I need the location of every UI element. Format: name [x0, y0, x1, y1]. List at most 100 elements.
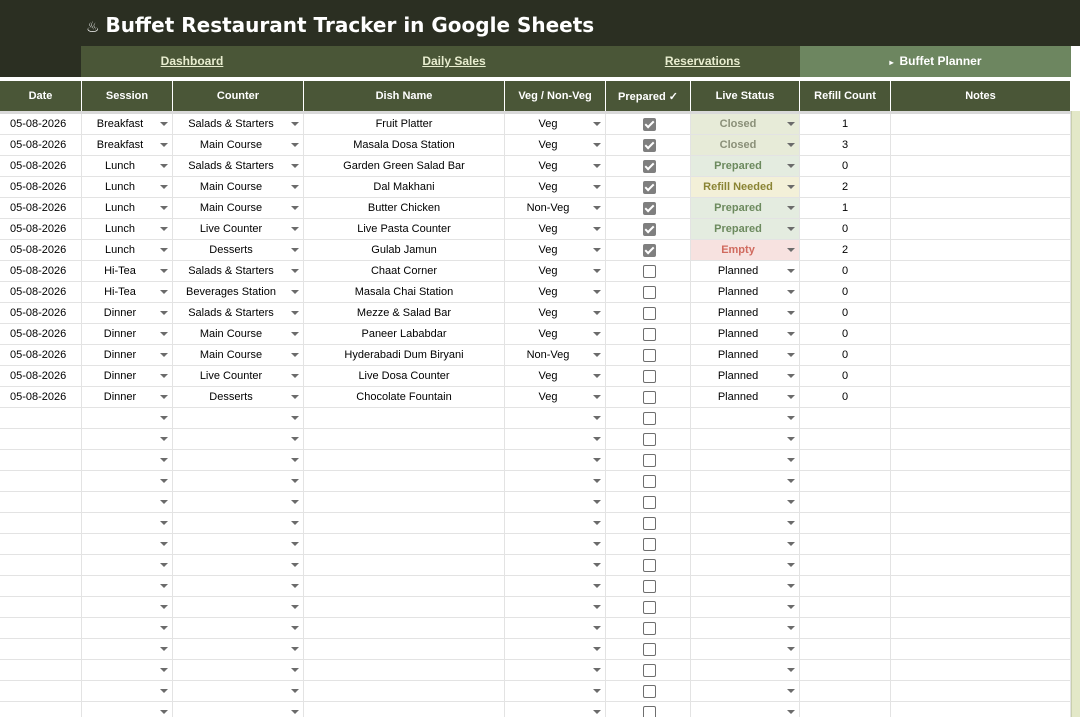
dropdown-arrow-icon[interactable]: [787, 290, 795, 294]
cell-session[interactable]: [82, 597, 173, 617]
cell-notes[interactable]: [891, 639, 1071, 659]
dropdown-arrow-icon[interactable]: [787, 416, 795, 420]
header-veg-nonveg[interactable]: Veg / Non-Veg: [505, 81, 606, 111]
cell-date[interactable]: [0, 492, 82, 512]
dropdown-arrow-icon[interactable]: [787, 164, 795, 168]
dropdown-arrow-icon[interactable]: [787, 689, 795, 693]
prepared-checkbox[interactable]: [643, 202, 656, 215]
prepared-checkbox[interactable]: [643, 517, 656, 530]
prepared-checkbox[interactable]: [643, 496, 656, 509]
cell-status[interactable]: Closed: [691, 135, 800, 155]
cell-prepared[interactable]: [606, 408, 691, 428]
dropdown-arrow-icon[interactable]: [291, 374, 299, 378]
dropdown-arrow-icon[interactable]: [787, 143, 795, 147]
dropdown-arrow-icon[interactable]: [593, 290, 601, 294]
prepared-checkbox[interactable]: [643, 118, 656, 131]
cell-veg[interactable]: Veg: [505, 177, 606, 197]
header-counter[interactable]: Counter: [173, 81, 304, 111]
cell-prepared[interactable]: [606, 387, 691, 407]
cell-prepared[interactable]: [606, 240, 691, 260]
cell-counter[interactable]: [173, 555, 304, 575]
cell-date[interactable]: 05-08-2026: [0, 219, 82, 239]
cell-veg[interactable]: [505, 513, 606, 533]
cell-refill[interactable]: [800, 555, 891, 575]
cell-prepared[interactable]: [606, 450, 691, 470]
cell-counter[interactable]: [173, 471, 304, 491]
cell-prepared[interactable]: [606, 135, 691, 155]
dropdown-arrow-icon[interactable]: [160, 248, 168, 252]
cell-status[interactable]: [691, 702, 800, 717]
cell-date[interactable]: [0, 429, 82, 449]
dropdown-arrow-icon[interactable]: [291, 542, 299, 546]
cell-date[interactable]: [0, 513, 82, 533]
dropdown-arrow-icon[interactable]: [291, 143, 299, 147]
cell-veg[interactable]: Veg: [505, 219, 606, 239]
dropdown-arrow-icon[interactable]: [593, 479, 601, 483]
cell-status[interactable]: Planned: [691, 345, 800, 365]
cell-session[interactable]: Breakfast: [82, 114, 173, 134]
cell-notes[interactable]: [891, 261, 1071, 281]
cell-session[interactable]: Dinner: [82, 387, 173, 407]
cell-date[interactable]: 05-08-2026: [0, 114, 82, 134]
cell-refill[interactable]: [800, 639, 891, 659]
dropdown-arrow-icon[interactable]: [593, 458, 601, 462]
cell-date[interactable]: [0, 660, 82, 680]
cell-dish[interactable]: [304, 555, 505, 575]
cell-dish[interactable]: Gulab Jamun: [304, 240, 505, 260]
cell-refill[interactable]: 1: [800, 198, 891, 218]
cell-session[interactable]: [82, 471, 173, 491]
cell-session[interactable]: Lunch: [82, 219, 173, 239]
cell-status[interactable]: Planned: [691, 324, 800, 344]
cell-refill[interactable]: 0: [800, 366, 891, 386]
cell-notes[interactable]: [891, 177, 1071, 197]
dropdown-arrow-icon[interactable]: [291, 479, 299, 483]
cell-status[interactable]: [691, 513, 800, 533]
dropdown-arrow-icon[interactable]: [593, 206, 601, 210]
cell-date[interactable]: 05-08-2026: [0, 261, 82, 281]
dropdown-arrow-icon[interactable]: [291, 668, 299, 672]
cell-counter[interactable]: Main Course: [173, 135, 304, 155]
dropdown-arrow-icon[interactable]: [160, 353, 168, 357]
prepared-checkbox[interactable]: [643, 580, 656, 593]
dropdown-arrow-icon[interactable]: [593, 584, 601, 588]
dropdown-arrow-icon[interactable]: [291, 122, 299, 126]
cell-dish[interactable]: Masala Dosa Station: [304, 135, 505, 155]
header-refill-count[interactable]: Refill Count: [800, 81, 891, 111]
cell-veg[interactable]: Non-Veg: [505, 198, 606, 218]
cell-counter[interactable]: Desserts: [173, 240, 304, 260]
cell-notes[interactable]: [891, 534, 1071, 554]
cell-veg[interactable]: [505, 681, 606, 701]
header-dish-name[interactable]: Dish Name: [304, 81, 505, 111]
tab-buffet-planner[interactable]: ▸ Buffet Planner: [800, 46, 1071, 77]
cell-veg[interactable]: Veg: [505, 387, 606, 407]
cell-session[interactable]: Lunch: [82, 198, 173, 218]
cell-prepared[interactable]: [606, 534, 691, 554]
cell-counter[interactable]: [173, 576, 304, 596]
dropdown-arrow-icon[interactable]: [593, 710, 601, 714]
dropdown-arrow-icon[interactable]: [593, 668, 601, 672]
cell-refill[interactable]: [800, 429, 891, 449]
cell-status[interactable]: [691, 492, 800, 512]
cell-veg[interactable]: Veg: [505, 324, 606, 344]
dropdown-arrow-icon[interactable]: [160, 164, 168, 168]
dropdown-arrow-icon[interactable]: [593, 122, 601, 126]
cell-dish[interactable]: Masala Chai Station: [304, 282, 505, 302]
prepared-checkbox[interactable]: [643, 391, 656, 404]
dropdown-arrow-icon[interactable]: [787, 668, 795, 672]
cell-counter[interactable]: Live Counter: [173, 366, 304, 386]
cell-refill[interactable]: [800, 513, 891, 533]
dropdown-arrow-icon[interactable]: [160, 332, 168, 336]
dropdown-arrow-icon[interactable]: [787, 626, 795, 630]
cell-date[interactable]: 05-08-2026: [0, 387, 82, 407]
dropdown-arrow-icon[interactable]: [291, 710, 299, 714]
prepared-checkbox[interactable]: [643, 685, 656, 698]
cell-prepared[interactable]: [606, 114, 691, 134]
cell-notes[interactable]: [891, 618, 1071, 638]
dropdown-arrow-icon[interactable]: [787, 248, 795, 252]
cell-session[interactable]: Breakfast: [82, 135, 173, 155]
cell-counter[interactable]: Salads & Starters: [173, 261, 304, 281]
cell-status[interactable]: [691, 534, 800, 554]
cell-refill[interactable]: [800, 408, 891, 428]
cell-veg[interactable]: [505, 597, 606, 617]
cell-date[interactable]: [0, 597, 82, 617]
